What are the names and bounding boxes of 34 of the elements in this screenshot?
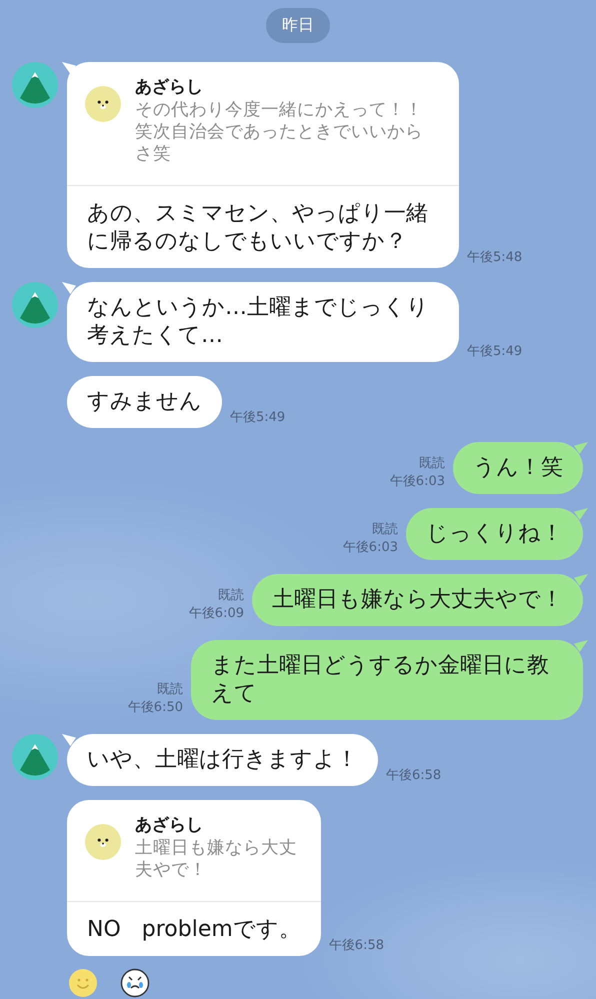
message-time: 午後5:49 — [230, 409, 286, 426]
read-receipt: 既読 — [157, 681, 183, 698]
seal-avatar-icon — [85, 824, 121, 860]
message-bubble[interactable]: すみません — [67, 376, 222, 428]
message-time: 午後6:03 — [390, 473, 445, 490]
quoted-message: その代わり今度一緒にかえって！！笑次自治会であったときでいいからさ笑 — [135, 99, 424, 165]
quoted-sender-name: あざらし — [135, 814, 204, 837]
date-label: 昨日 — [266, 8, 330, 43]
message-bubble[interactable]: また土曜日どうするか金曜日に教えて — [191, 640, 583, 720]
quoted-message: 土曜日も嫌なら大丈夫やで！ — [135, 837, 298, 881]
message-time: 午後6:03 — [342, 539, 398, 556]
seal-avatar-icon — [85, 86, 121, 122]
message-time: 午後6:58 — [386, 767, 442, 784]
message-time: 午後6:09 — [188, 605, 244, 622]
read-receipt: 既読 — [218, 587, 244, 604]
message-bubble[interactable]: あざらし その代わり今度一緒にかえって！！笑次自治会であったときでいいからさ笑 あの、スミマセン、やっぱり一緒に帰るのなしでもいいですか？ — [67, 62, 459, 268]
message-bubble[interactable]: いや、土曜は行きますよ！ — [67, 734, 378, 786]
message-bubble[interactable]: あざらし 土曜日も嫌なら大丈夫やで！ NO problemです。 — [67, 800, 321, 956]
crying-face-icon[interactable] — [120, 968, 150, 998]
smiley-icon[interactable] — [68, 968, 98, 998]
quoted-sender-name: あざらし — [135, 76, 204, 99]
read-receipt: 既読 — [419, 455, 445, 472]
read-receipt: 既読 — [372, 521, 398, 538]
message-time: 午後5:49 — [467, 343, 522, 360]
message-bubble[interactable]: じっくりね！ — [406, 508, 583, 560]
message-time: 午後6:50 — [128, 699, 183, 716]
message-bubble[interactable]: 土曜日も嫌なら大丈夫やで！ — [252, 574, 583, 626]
avatar-icon[interactable] — [12, 282, 58, 328]
message-bubble[interactable]: うん！笑 — [453, 442, 583, 494]
avatar-icon[interactable] — [12, 62, 58, 108]
message-bubble[interactable]: なんというか…土曜までじっくり考えたくて… — [67, 282, 459, 362]
message-time: 午後6:58 — [328, 937, 384, 954]
avatar-icon[interactable] — [12, 734, 58, 780]
message-time: 午後5:48 — [467, 249, 522, 266]
